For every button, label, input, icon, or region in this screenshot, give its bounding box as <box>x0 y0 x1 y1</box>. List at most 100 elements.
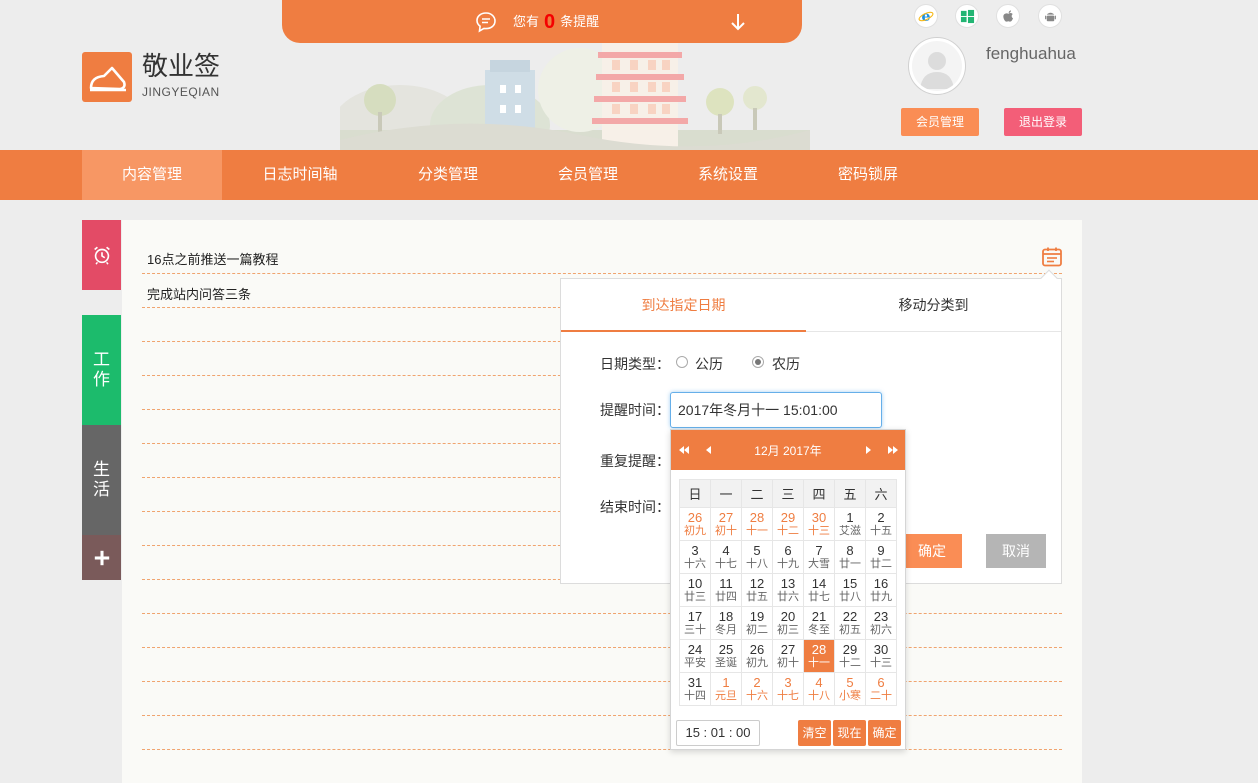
sidebar-add-button[interactable] <box>82 535 121 580</box>
logo-icon[interactable] <box>82 52 132 102</box>
calendar-day-cell[interactable]: 28 十一 <box>803 639 835 673</box>
next-year-icon[interactable] <box>886 443 900 457</box>
lunar-day-label: 圣诞 <box>715 656 737 669</box>
sidebar-tab-work-char-1: 工 <box>93 350 110 369</box>
calendar-day-cell[interactable]: 4 十七 <box>710 540 742 574</box>
calendar-day-cell[interactable]: 13 廿六 <box>772 573 804 607</box>
windows-icon[interactable] <box>955 4 979 28</box>
calendar-day-cell[interactable]: 3 十七 <box>772 672 804 706</box>
radio-lunar[interactable] <box>752 356 764 368</box>
lunar-day-label: 艾滋 <box>839 524 861 537</box>
calendar-day-cell[interactable]: 6 二十 <box>865 672 897 706</box>
day-number: 7 <box>815 542 823 558</box>
calendar-day-cell[interactable]: 1 元旦 <box>710 672 742 706</box>
radio-solar[interactable] <box>676 356 688 368</box>
next-month-icon[interactable] <box>861 443 875 457</box>
logout-button[interactable]: 退出登录 <box>1004 108 1082 136</box>
tab-move-category[interactable]: 移动分类到 <box>806 279 1061 332</box>
nav-item-category[interactable]: 分类管理 <box>378 150 518 200</box>
logo-subtitle: JINGYEQIAN <box>142 85 220 99</box>
radio-lunar-label[interactable]: 农历 <box>772 354 800 374</box>
calendar-day-cell[interactable]: 1 艾滋 <box>834 507 866 541</box>
day-number: 29 <box>780 509 796 525</box>
calendar-day-cell[interactable]: 5 十八 <box>741 540 773 574</box>
calendar-day-cell[interactable]: 16 廿九 <box>865 573 897 607</box>
calendar-day-cell[interactable]: 26 初九 <box>679 507 711 541</box>
calendar-day-cell[interactable]: 29 十二 <box>772 507 804 541</box>
calendar-day-cell[interactable]: 3 十六 <box>679 540 711 574</box>
calendar-day-cell[interactable]: 15 廿八 <box>834 573 866 607</box>
calendar-day-cell[interactable]: 8 廿一 <box>834 540 866 574</box>
radio-solar-label[interactable]: 公历 <box>695 354 723 374</box>
day-number: 19 <box>749 608 765 624</box>
calendar-day-cell[interactable]: 6 十九 <box>772 540 804 574</box>
sidebar-tab-life[interactable]: 生 活 <box>82 425 121 535</box>
sidebar-tab-life-char-1: 生 <box>93 460 110 479</box>
sidebar-tab-reminders[interactable] <box>82 220 121 290</box>
lunar-day-label: 廿六 <box>777 590 799 603</box>
calendar-day-cell[interactable]: 23 初六 <box>865 606 897 640</box>
calendar-day-cell[interactable]: 31 十四 <box>679 672 711 706</box>
confirm-button[interactable]: 确定 <box>902 534 962 568</box>
arrow-down-icon[interactable] <box>728 12 748 32</box>
calendar-day-cell[interactable]: 14 廿七 <box>803 573 835 607</box>
calendar-day-cell[interactable]: 28 十一 <box>741 507 773 541</box>
calendar-day-cell[interactable]: 7 大雪 <box>803 540 835 574</box>
cancel-button[interactable]: 取消 <box>986 534 1046 568</box>
nav-item-content[interactable]: 内容管理 <box>82 150 222 200</box>
nav-item-member[interactable]: 会员管理 <box>518 150 658 200</box>
nav-item-lockscreen[interactable]: 密码锁屏 <box>798 150 938 200</box>
calendar-icon[interactable] <box>1041 246 1063 268</box>
day-number: 4 <box>722 542 730 558</box>
lunar-day-label: 初九 <box>746 656 768 669</box>
calendar-day-cell[interactable]: 21 冬至 <box>803 606 835 640</box>
lunar-day-label: 十五 <box>870 524 892 537</box>
calendar-day-cell[interactable]: 26 初九 <box>741 639 773 673</box>
calendar-day-cell[interactable]: 10 廿三 <box>679 573 711 607</box>
day-number: 12 <box>749 575 765 591</box>
day-number: 11 <box>719 575 733 591</box>
calendar-day-cell[interactable]: 2 十五 <box>865 507 897 541</box>
calendar-day-cell[interactable]: 4 十八 <box>803 672 835 706</box>
alarm-icon <box>93 246 110 265</box>
date-picker-grid: 日一二三四五六 26 初九 27 初十 28 十一 29 十二 30 十三 1 艾滋 2 十五 3 十六 4 十七… <box>679 479 897 706</box>
calendar-day-cell[interactable]: 19 初二 <box>741 606 773 640</box>
android-icon[interactable] <box>1038 4 1062 28</box>
avatar[interactable] <box>909 38 965 94</box>
date-picker-time-input[interactable]: 15 : 01 : 00 <box>676 720 760 746</box>
tab-specified-date[interactable]: 到达指定日期 <box>561 279 806 332</box>
calendar-day-cell[interactable]: 9 廿二 <box>865 540 897 574</box>
date-picker-clear-button[interactable]: 清空 <box>798 720 831 746</box>
calendar-day-cell[interactable]: 22 初五 <box>834 606 866 640</box>
date-picker-ok-button[interactable]: 确定 <box>868 720 901 746</box>
calendar-day-cell[interactable]: 11 廿四 <box>710 573 742 607</box>
calendar-day-cell[interactable]: 25 圣诞 <box>710 639 742 673</box>
calendar-day-cell[interactable]: 17 三十 <box>679 606 711 640</box>
calendar-day-cell[interactable]: 27 初十 <box>772 639 804 673</box>
calendar-day-cell[interactable]: 30 十三 <box>803 507 835 541</box>
calendar-day-cell[interactable]: 18 冬月 <box>710 606 742 640</box>
calendar-day-cell[interactable]: 5 小寒 <box>834 672 866 706</box>
lunar-day-label: 初三 <box>777 623 799 636</box>
nav-item-timeline[interactable]: 日志时间轴 <box>230 150 370 200</box>
calendar-day-cell[interactable]: 27 初十 <box>710 507 742 541</box>
remind-time-input[interactable] <box>670 392 882 428</box>
task-item-2[interactable]: 完成站内问答三条 <box>147 284 251 303</box>
main-nav: 内容管理 日志时间轴 分类管理 会员管理 系统设置 密码锁屏 <box>0 150 1258 200</box>
calendar-day-cell[interactable]: 29 十二 <box>834 639 866 673</box>
calendar-day-cell[interactable]: 2 十六 <box>741 672 773 706</box>
member-management-button[interactable]: 会员管理 <box>901 108 979 136</box>
calendar-day-cell[interactable]: 12 廿五 <box>741 573 773 607</box>
calendar-day-cell[interactable]: 24 平安 <box>679 639 711 673</box>
calendar-day-cell[interactable]: 20 初三 <box>772 606 804 640</box>
notification-bar[interactable]: 您有 0 条提醒 <box>282 0 802 43</box>
ie-icon[interactable]: e <box>914 4 938 28</box>
date-picker-now-button[interactable]: 现在 <box>833 720 866 746</box>
nav-item-settings[interactable]: 系统设置 <box>658 150 798 200</box>
calendar-day-cell[interactable]: 30 十三 <box>865 639 897 673</box>
sidebar-tab-work[interactable]: 工 作 <box>82 315 121 425</box>
notification-count: 0 <box>544 11 556 33</box>
weekday-header: 五 <box>834 479 866 508</box>
apple-icon[interactable] <box>996 4 1020 28</box>
task-item-1[interactable]: 16点之前推送一篇教程 <box>147 249 278 268</box>
